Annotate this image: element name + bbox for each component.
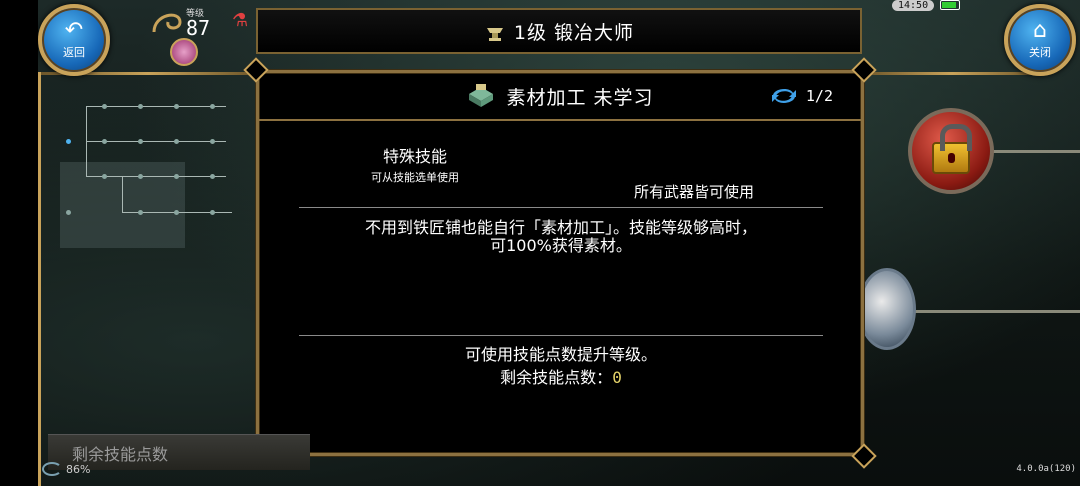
loading-spinner-icon xyxy=(42,462,62,476)
skill-detail-dialog: 素材加工 未学习 1/2 特殊技能 可从技能选单使用 所有武器皆可使用 不用到铁… xyxy=(256,70,864,456)
grid-node[interactable] xyxy=(210,210,215,215)
grid-node[interactable] xyxy=(210,104,215,109)
rail-decor xyxy=(914,310,1080,313)
cycle-arrows-icon[interactable] xyxy=(770,85,798,107)
page-indicator-text: 1/2 xyxy=(805,87,833,105)
grid-node[interactable] xyxy=(102,104,107,109)
skill-orb[interactable] xyxy=(858,268,916,350)
grid-node[interactable] xyxy=(138,174,143,179)
anvil-icon xyxy=(484,20,506,42)
divider xyxy=(299,207,823,208)
battery-percent: 86% xyxy=(66,462,91,476)
grid-node[interactable] xyxy=(210,139,215,144)
version-label: 4.0.0a(120) xyxy=(1016,464,1076,474)
skill-usage: 可从技能选单使用 xyxy=(371,171,459,184)
potion-flask-icon[interactable]: ⚗ xyxy=(232,10,250,34)
top-title-text: 1级 锻冶大师 xyxy=(513,21,635,44)
frame-line xyxy=(38,72,41,486)
grid-node[interactable] xyxy=(138,210,143,215)
divider xyxy=(299,335,823,336)
grid-line xyxy=(86,106,226,107)
return-arrow-icon: ↶ xyxy=(64,18,84,43)
grid-node[interactable] xyxy=(102,174,107,179)
left-black-margin xyxy=(0,0,38,486)
padlock-icon xyxy=(932,124,972,174)
grid-node[interactable] xyxy=(66,139,71,144)
level-value: 87 xyxy=(186,16,211,40)
upgrade-hint: 可使用技能点数提升等级。 xyxy=(464,345,657,364)
close-button-label: 关闭 xyxy=(1029,46,1051,59)
page-indicator[interactable]: 1/2 xyxy=(770,85,833,107)
grid-line xyxy=(122,176,123,212)
remaining-points-row: 剩余技能点数：0 xyxy=(299,364,823,388)
material-processing-icon xyxy=(466,82,496,110)
grid-node[interactable] xyxy=(66,210,71,215)
grid-node[interactable] xyxy=(174,104,179,109)
battery-status: 86% xyxy=(42,462,90,476)
top-title-bar: 1级 锻冶大师 xyxy=(256,8,862,54)
close-button[interactable]: ⌂ 关闭 xyxy=(1004,4,1076,76)
frame-line xyxy=(862,72,1042,75)
skill-type: 特殊技能 xyxy=(382,147,447,166)
grid-node[interactable] xyxy=(138,104,143,109)
grid-node[interactable] xyxy=(102,139,107,144)
status-bar: 14:50 xyxy=(892,0,961,12)
gift-icon[interactable] xyxy=(170,38,198,66)
remaining-points-value: 0 xyxy=(612,368,622,387)
rail-decor xyxy=(990,150,1080,153)
dialog-title: 素材加工 未学习 xyxy=(506,86,654,109)
level-swirl-icon xyxy=(152,13,182,33)
home-icon: ⌂ xyxy=(1033,18,1047,43)
grid-line xyxy=(86,141,226,142)
grid-node[interactable] xyxy=(174,174,179,179)
grid-node[interactable] xyxy=(174,139,179,144)
battery-icon xyxy=(940,0,961,10)
skill-tree-grid xyxy=(60,96,250,256)
skill-description: 不用到铁匠铺也能自行「素材加工」。技能等级够高时， 可100%获得素材。 xyxy=(364,218,757,255)
remaining-points-label: 剩余技能点数： xyxy=(500,368,613,387)
back-button[interactable]: ↶ 返回 xyxy=(38,4,110,76)
clock-time: 14:50 xyxy=(892,0,935,11)
grid-node[interactable] xyxy=(174,210,179,215)
grid-node[interactable] xyxy=(210,174,215,179)
grid-line xyxy=(86,176,226,177)
grid-node[interactable] xyxy=(138,139,143,144)
weapon-requirement: 所有武器皆可使用 xyxy=(633,183,754,201)
locked-skill-orb[interactable] xyxy=(908,108,994,194)
back-button-label: 返回 xyxy=(63,46,85,59)
